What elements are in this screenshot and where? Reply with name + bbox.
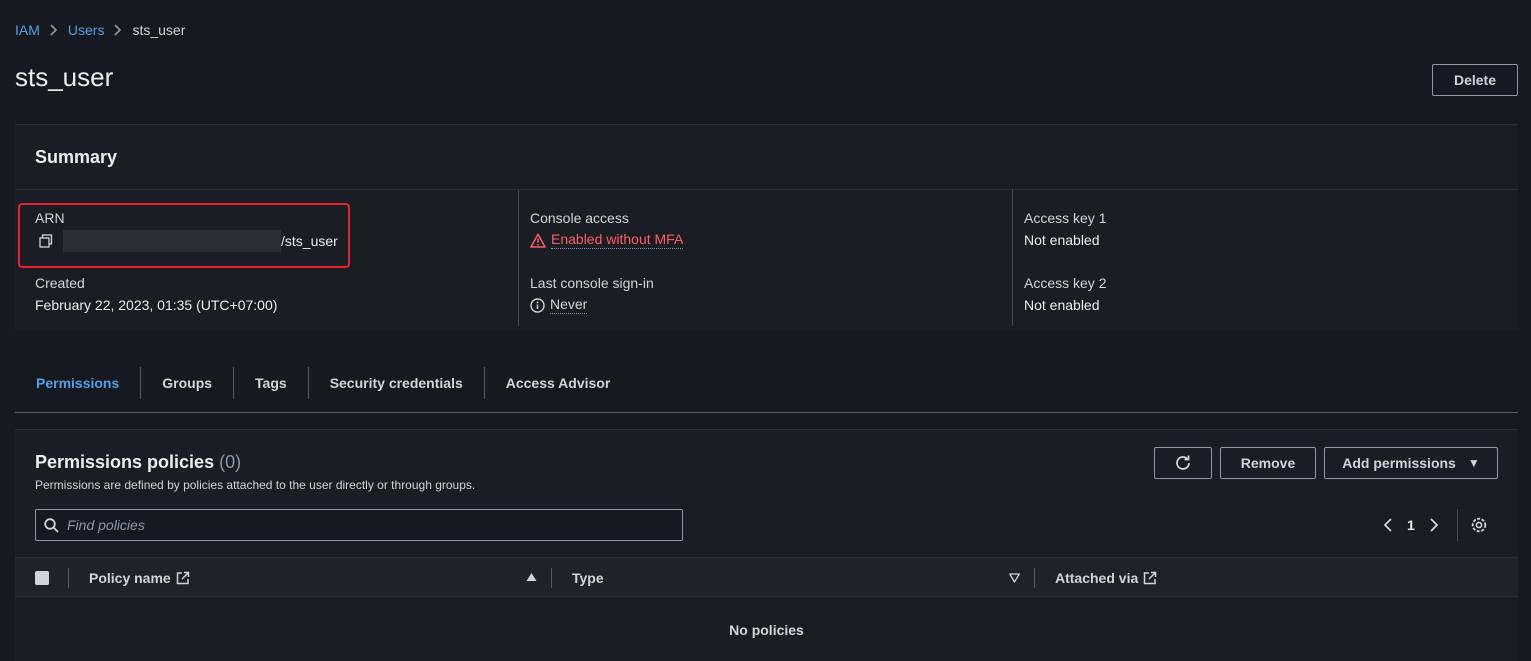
last-signin-status[interactable]: Never: [550, 296, 588, 314]
column-divider: [551, 568, 552, 588]
created-label: Created: [35, 275, 85, 291]
tab-security-credentials[interactable]: Security credentials: [309, 367, 485, 399]
search-icon: [44, 517, 59, 533]
last-signin-value: Never: [530, 296, 588, 314]
permissions-count: (0): [219, 452, 242, 472]
chevron-right-icon: [114, 24, 122, 36]
summary-column-3: Access key 1 Not enabled Access key 2 No…: [1012, 190, 1492, 326]
permissions-description: Permissions are defined by policies atta…: [35, 478, 476, 492]
summary-heading: Summary: [35, 146, 118, 167]
console-access-label: Console access: [530, 210, 629, 226]
remove-button[interactable]: Remove: [1220, 447, 1316, 479]
column-divider: [68, 568, 69, 588]
next-page-icon[interactable]: [1429, 517, 1439, 533]
access-key1-label: Access key 1: [1024, 210, 1107, 226]
external-link-icon: [1143, 571, 1157, 585]
info-icon: [530, 297, 545, 313]
tab-access-advisor[interactable]: Access Advisor: [485, 367, 632, 399]
refresh-button[interactable]: [1154, 447, 1212, 479]
last-signin-label: Last console sign-in: [530, 275, 654, 291]
column-type[interactable]: Type: [572, 558, 604, 598]
breadcrumb-users[interactable]: Users: [68, 22, 105, 38]
console-access-status[interactable]: Enabled without MFA: [551, 231, 684, 249]
tab-bar: Permissions Groups Tags Security credent…: [15, 367, 1518, 413]
sort-ascending-icon[interactable]: [526, 572, 537, 582]
page-number[interactable]: 1: [1407, 517, 1415, 533]
breadcrumb: IAM Users sts_user: [15, 22, 185, 38]
arn-highlight-box: [18, 203, 350, 268]
permissions-title: Permissions policies (0): [35, 452, 241, 473]
empty-state: No policies: [729, 622, 804, 638]
select-all-checkbox[interactable]: [35, 571, 49, 585]
add-permissions-button[interactable]: Add permissions ▼: [1324, 447, 1498, 479]
chevron-right-icon: [50, 24, 58, 36]
attached-via-header: Attached via: [1055, 570, 1139, 586]
column-attached-via[interactable]: Attached via: [1055, 558, 1157, 598]
pagination: 1: [1383, 509, 1488, 541]
column-policy-name[interactable]: Policy name: [89, 558, 190, 598]
refresh-icon: [1174, 454, 1192, 472]
settings-gear-icon[interactable]: [1470, 516, 1488, 534]
warning-icon: [530, 232, 546, 248]
created-value: February 22, 2023, 01:35 (UTC+07:00): [35, 297, 278, 313]
breadcrumb-iam[interactable]: IAM: [15, 22, 40, 38]
pager-divider: [1456, 509, 1458, 541]
add-permissions-label: Add permissions: [1342, 455, 1456, 471]
permissions-title-text: Permissions policies: [35, 452, 215, 472]
page-title: sts_user: [15, 62, 114, 92]
policy-name-header: Policy name: [89, 570, 171, 586]
external-link-icon: [176, 571, 190, 585]
search-input[interactable]: [67, 517, 682, 533]
access-key2-value: Not enabled: [1024, 297, 1100, 313]
permissions-panel: Permissions policies (0) Permissions are…: [15, 429, 1518, 661]
sort-descending-icon[interactable]: [1009, 573, 1020, 583]
tab-groups[interactable]: Groups: [141, 367, 235, 399]
breadcrumb-current: sts_user: [132, 22, 186, 38]
tab-permissions[interactable]: Permissions: [15, 367, 142, 399]
summary-column-2: Console access Enabled without MFA Last …: [518, 190, 998, 326]
column-divider: [1034, 568, 1035, 588]
caret-down-icon: ▼: [1467, 456, 1480, 470]
delete-button[interactable]: Delete: [1432, 64, 1518, 96]
console-access-value: Enabled without MFA: [530, 231, 684, 249]
table-header: Policy name Type Attached via: [15, 557, 1518, 597]
prev-page-icon[interactable]: [1383, 517, 1393, 533]
type-header: Type: [572, 570, 604, 586]
tab-tags[interactable]: Tags: [234, 367, 309, 399]
summary-header: Summary: [15, 125, 1518, 190]
search-box: [35, 509, 683, 541]
access-key2-label: Access key 2: [1024, 275, 1107, 291]
access-key1-value: Not enabled: [1024, 232, 1100, 248]
